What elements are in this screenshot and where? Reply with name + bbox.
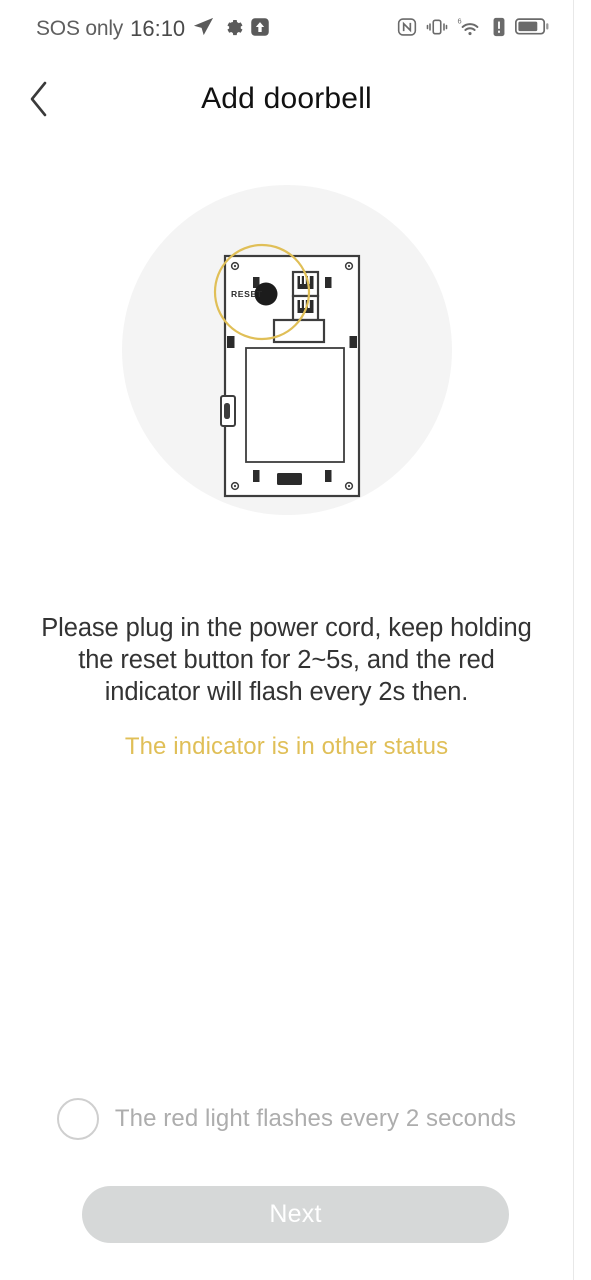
status-bar-right: 6 <box>397 16 549 42</box>
confirm-radio-label: The red light flashes every 2 seconds <box>114 1105 517 1132</box>
instruction-text: Please plug in the power cord, keep hold… <box>41 614 532 706</box>
confirm-indicator-row[interactable]: The red light flashes every 2 seconds <box>0 1098 573 1140</box>
nfc-icon <box>397 17 417 42</box>
svg-text:6: 6 <box>457 17 461 26</box>
next-button[interactable]: Next <box>82 1186 509 1243</box>
status-bar-left: SOS only 16:10 <box>36 15 270 43</box>
alert-icon <box>492 17 506 42</box>
page-title: Add doorbell <box>201 82 372 115</box>
battery-icon <box>514 17 549 41</box>
confirm-radio[interactable] <box>56 1098 99 1140</box>
carrier-label: SOS only <box>36 17 124 40</box>
reset-label: RESET <box>231 289 263 299</box>
status-bar: SOS only 16:10 6 <box>0 0 573 58</box>
navigation-send-icon <box>192 15 215 43</box>
wifi-6-icon: 6 <box>457 16 483 42</box>
doorbell-back-panel-diagram: RESET <box>121 185 452 515</box>
gear-icon <box>222 16 243 42</box>
upload-arrow-icon <box>250 17 270 42</box>
phone-screen: SOS only 16:10 6 Add doorbell RESET Plea… <box>0 0 591 1280</box>
other-status-link[interactable]: The indicator is in other status <box>0 733 573 761</box>
status-bar-clock: 16:10 <box>130 16 186 41</box>
screen-edge-line <box>573 0 574 1280</box>
app-header: Add doorbell <box>0 58 573 140</box>
vibrate-icon <box>426 17 448 42</box>
device-illustration: RESET <box>0 160 573 540</box>
